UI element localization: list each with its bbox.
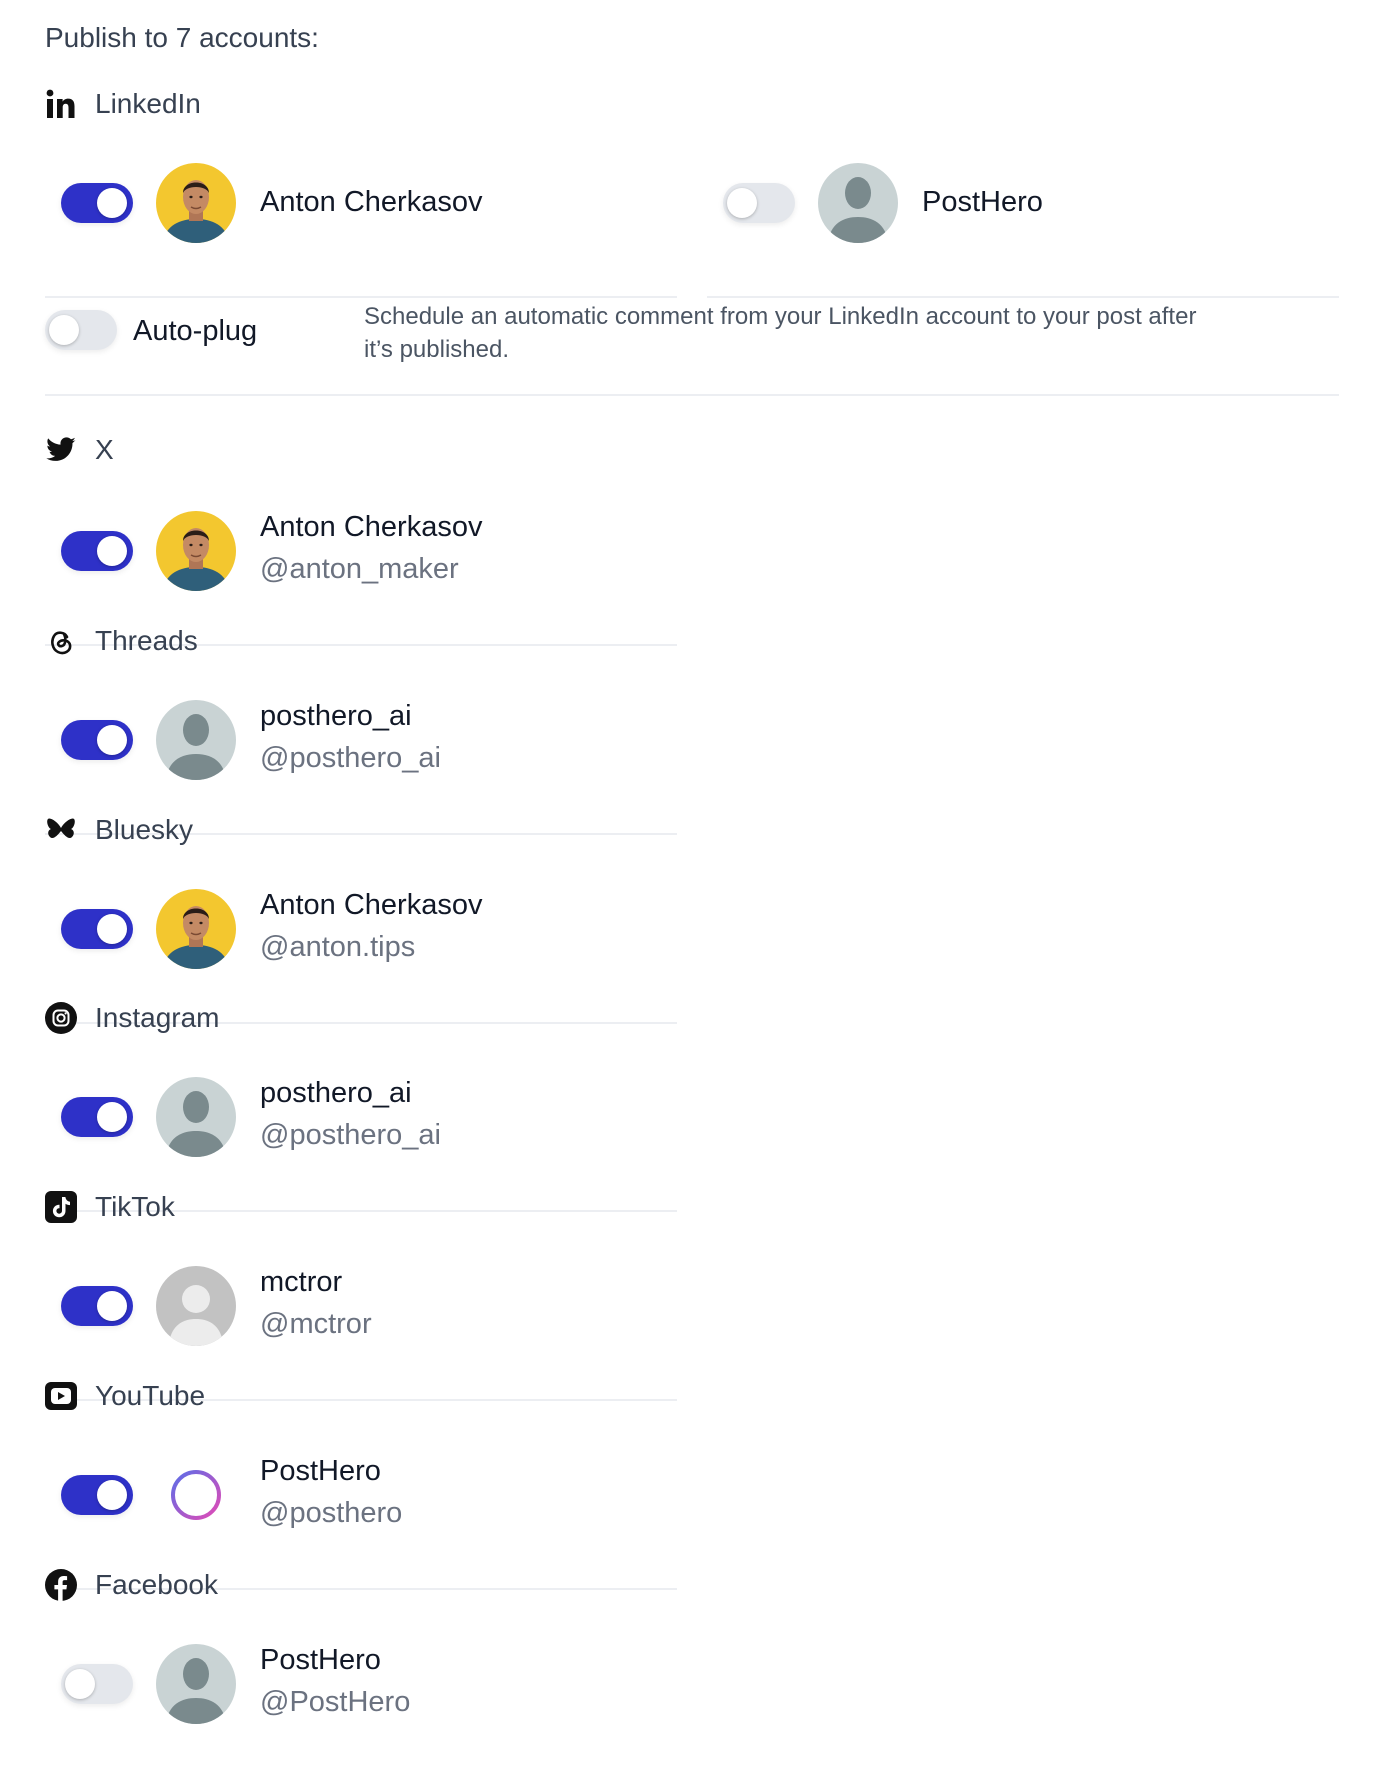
divider xyxy=(45,394,1339,396)
toggle-bluesky[interactable] xyxy=(61,909,133,949)
account-name: posthero_ai xyxy=(260,1077,412,1109)
avatar xyxy=(818,163,898,243)
avatar xyxy=(156,163,236,243)
account-name: mctror xyxy=(260,1266,343,1298)
autoplug-description: Schedule an automatic comment from your … xyxy=(364,303,1197,363)
publish-heading: Publish to 7 accounts: xyxy=(45,22,319,53)
account-handle: @anton_maker xyxy=(260,553,459,585)
toggle-instagram[interactable] xyxy=(61,1097,133,1137)
autoplug-label: Auto-plug xyxy=(133,315,258,347)
avatar xyxy=(156,1077,236,1157)
account-handle: @anton.tips xyxy=(260,931,416,963)
toggle-x-anton[interactable] xyxy=(61,531,133,571)
autoplug-toggle[interactable] xyxy=(45,310,117,350)
account-row-threads: posthero_ai @posthero_ai xyxy=(45,645,677,835)
account-name: PostHero xyxy=(260,1644,381,1676)
toggle-tiktok[interactable] xyxy=(61,1286,133,1326)
avatar xyxy=(156,889,236,969)
account-row-bluesky: Anton Cherkasov @anton.tips xyxy=(45,834,677,1024)
avatar xyxy=(156,1266,236,1346)
toggle-facebook[interactable] xyxy=(61,1664,133,1704)
account-row-linkedin-posthero: PostHero xyxy=(707,108,1339,298)
publish-panel: Publish to 7 accounts: LinkedIn Anton Ch… xyxy=(0,0,1392,1756)
account-row-tiktok: mctror @mctror xyxy=(45,1211,677,1401)
account-handle: @PostHero xyxy=(260,1686,411,1718)
account-name: Anton Cherkasov xyxy=(260,511,483,543)
toggle-linkedin-posthero[interactable] xyxy=(723,183,795,223)
account-handle: @mctror xyxy=(260,1308,372,1340)
account-name: Anton Cherkasov xyxy=(260,186,483,218)
account-name: PostHero xyxy=(260,1455,381,1487)
account-row-linkedin-anton: Anton Cherkasov xyxy=(45,108,677,298)
avatar xyxy=(156,1644,236,1724)
account-handle: @posthero_ai xyxy=(260,1119,441,1151)
avatar xyxy=(156,511,236,591)
account-handle: @posthero xyxy=(260,1497,403,1529)
toggle-youtube[interactable] xyxy=(61,1475,133,1515)
account-name: PostHero xyxy=(922,186,1043,218)
account-name: posthero_ai xyxy=(260,700,412,732)
account-row-x: Anton Cherkasov @anton_maker xyxy=(45,456,677,646)
account-row-instagram: posthero_ai @posthero_ai xyxy=(45,1022,677,1212)
avatar xyxy=(156,700,236,780)
account-name: Anton Cherkasov xyxy=(260,889,483,921)
toggle-linkedin-anton[interactable] xyxy=(61,183,133,223)
avatar xyxy=(156,1455,236,1535)
account-handle: @posthero_ai xyxy=(260,742,441,774)
account-row-facebook: PostHero @PostHero xyxy=(45,1589,677,1779)
account-row-youtube: PostHero @posthero xyxy=(45,1400,677,1590)
toggle-threads[interactable] xyxy=(61,720,133,760)
